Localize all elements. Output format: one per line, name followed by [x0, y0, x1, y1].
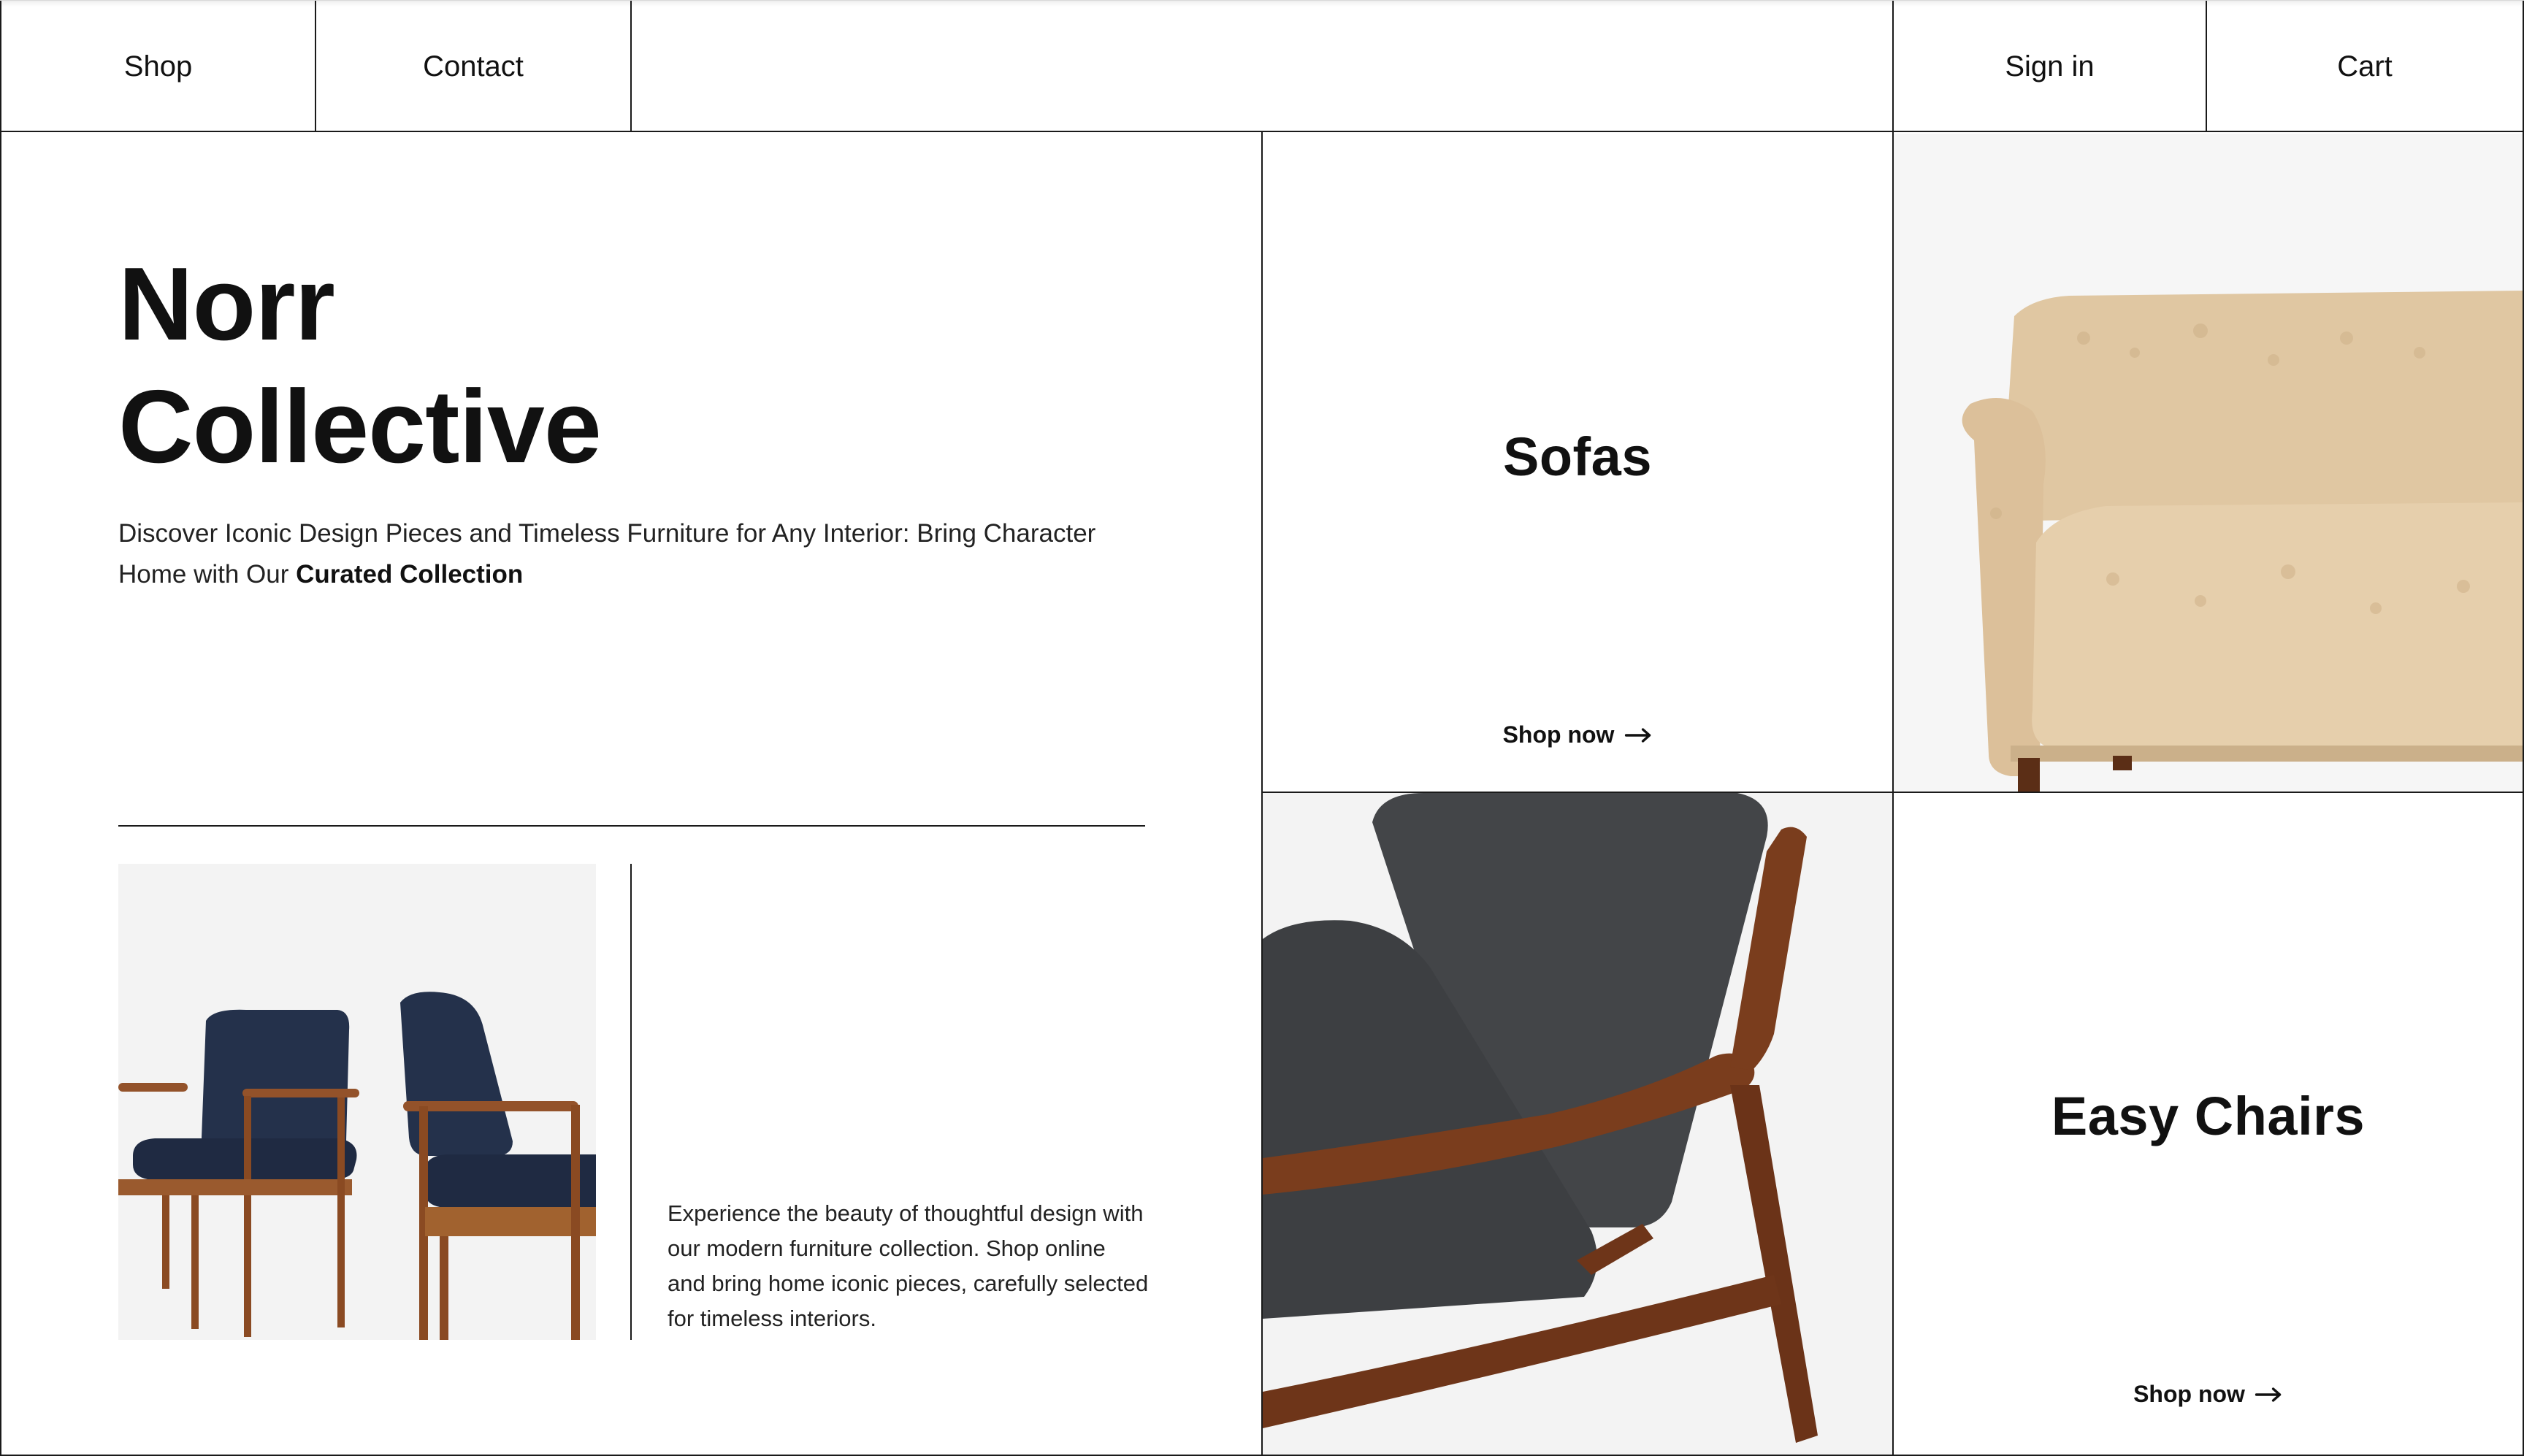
brand-title-line-2: Collective	[118, 369, 602, 485]
category-tile-easy-chairs[interactable]: Easy Chairs Shop now	[1894, 793, 2523, 1455]
hero-panel: Norr Collective Discover Iconic Design P…	[1, 134, 1262, 1455]
nav-sign-in[interactable]: Sign in	[1892, 1, 2207, 132]
hero-description-lead: Discover Iconic Design Pieces and Timele…	[118, 519, 1096, 589]
lounge-chair-image	[1263, 793, 1892, 1455]
nav-shop[interactable]: Shop	[0, 1, 316, 132]
nav-contact[interactable]: Contact	[316, 1, 632, 132]
category-title-easy-chairs: Easy Chairs	[2051, 1086, 2366, 1146]
category-title-sofas: Sofas	[1502, 426, 1652, 487]
hero-description-emphasis: Curated Collection	[296, 560, 524, 589]
collection-description: Experience the beauty of thoughtful desi…	[668, 1200, 1149, 1331]
top-navigation: Shop Contact Sign in Cart	[0, 0, 2524, 132]
brand-title: Norr Collective	[118, 243, 1068, 488]
brand-title-line-1: Norr	[118, 246, 335, 362]
hero-description: Discover Iconic Design Pieces and Timele…	[118, 513, 1155, 595]
category-tile-sofas[interactable]: Sofas Shop now	[1263, 134, 1892, 792]
nav-cart[interactable]: Cart	[2207, 1, 2524, 132]
shop-now-easy-chairs-link[interactable]: Shop now	[2133, 1381, 2283, 1408]
hero-divider	[118, 825, 1145, 827]
shop-now-easy-chairs-label: Shop now	[2133, 1381, 2245, 1407]
sofa-image	[1894, 134, 2523, 792]
arrow-right-icon	[2255, 1387, 2283, 1403]
thumb-divider	[630, 864, 632, 1340]
shop-now-sofas-link[interactable]: Shop now	[1503, 721, 1653, 748]
arrow-right-icon	[1624, 727, 1652, 743]
armchairs-image	[118, 864, 596, 1340]
shop-now-sofas-label: Shop now	[1502, 721, 1615, 748]
